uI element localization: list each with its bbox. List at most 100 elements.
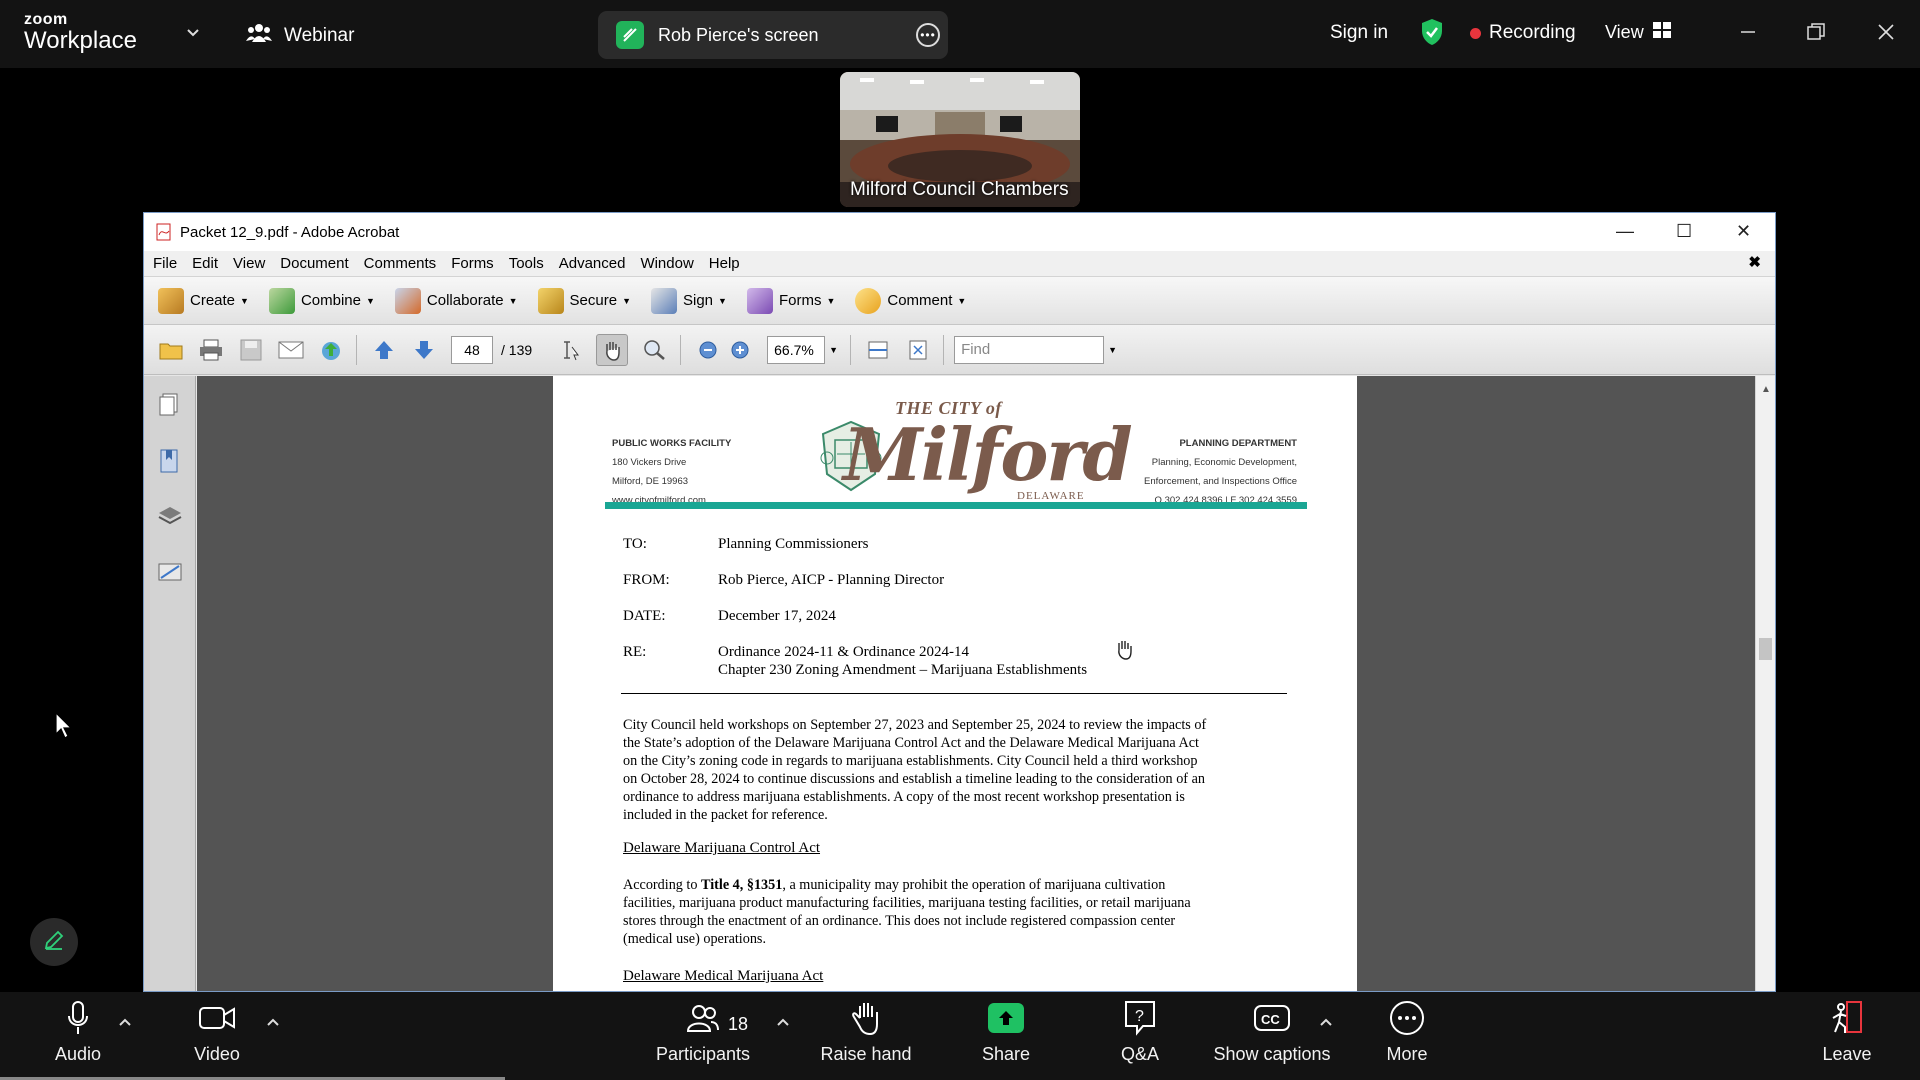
layers-panel-icon[interactable] [157,504,183,530]
bookmarks-panel-icon[interactable] [157,448,183,474]
upload-share-icon[interactable] [318,337,344,363]
memo-from-value: Rob Pierce, AICP - Planning Director [718,572,945,588]
zoom-out-icon[interactable] [695,337,721,363]
shield-check-icon[interactable] [1420,18,1444,51]
menu-help[interactable]: Help [709,255,740,272]
menu-tools[interactable]: Tools [509,255,544,272]
logo-milford: Milford [843,412,1133,497]
collaborate-button[interactable]: Collaborate ▼ [394,287,518,314]
menu-edit[interactable]: Edit [192,255,218,272]
zoom-in-icon[interactable] [727,337,753,363]
memo-separator-rule [621,693,1287,694]
zoom-dropdown-icon[interactable]: ▼ [829,345,838,355]
zoom-workplace-logo[interactable]: zoom Workplace [24,12,137,53]
restore-icon[interactable] [1802,18,1830,46]
letterhead-left-line: PUBLIC WORKS FACILITY [612,438,732,449]
zoom-tool-icon[interactable] [642,337,668,363]
paragraph-line: According to Title 4, §1351, a municipal… [623,876,1278,894]
close-icon[interactable] [1872,18,1900,46]
audio-options-caret-icon[interactable] [118,1014,132,1032]
vertical-scrollbar[interactable]: ▲ [1755,376,1775,991]
scroll-up-icon[interactable]: ▲ [1761,384,1771,395]
video-options-caret-icon[interactable] [266,1014,280,1032]
task-toolbar: Create ▼ Combine ▼ Collaborate ▼ Secure ▼ Si… [144,277,1775,325]
screen-share-pill[interactable]: Rob Pierce's screen ••• [598,11,948,59]
audio-button[interactable]: Audio [18,1000,138,1065]
signatures-panel-icon[interactable] [157,560,183,586]
qa-button[interactable]: ? Q&A [1080,1000,1200,1065]
menu-forms[interactable]: Forms [451,255,494,272]
captions-options-caret-icon[interactable] [1319,1014,1333,1032]
letterhead-left-line: Milford, DE 19963 [612,476,689,487]
paragraph-line: City Council held workshops on September… [623,717,1207,733]
share-button[interactable]: Share [946,1000,1066,1065]
more-options-icon[interactable]: ••• [916,23,940,47]
paragraph-line: stores through the enactment of an ordin… [623,913,1176,929]
annotate-pencil-button[interactable] [30,918,78,966]
save-icon[interactable] [238,337,264,363]
letterhead-right: PLANNING DEPARTMENT Planning, Economic D… [1144,434,1297,510]
fit-width-icon[interactable] [865,337,891,363]
video-button[interactable]: Video [157,1000,277,1065]
acrobat-close-icon[interactable]: ✕ [1736,221,1751,242]
pencil-icon [42,928,66,957]
email-icon[interactable] [278,337,304,363]
print-icon[interactable] [198,337,224,363]
pages-panel-icon[interactable] [157,392,183,418]
toolbar-separator [850,334,852,365]
comment-button[interactable]: Comment ▼ [855,287,966,314]
hand-tool-icon[interactable] [596,333,629,366]
menu-advanced[interactable]: Advanced [559,255,626,272]
collaborate-icon [394,287,421,314]
previous-page-arrow-icon[interactable] [371,337,397,363]
participants-options-caret-icon[interactable] [776,1014,790,1032]
title4-reference: Title 4, §1351 [701,877,783,893]
minimize-icon[interactable] [1734,18,1762,46]
zoom-level-select[interactable]: 66.7% [767,335,826,364]
find-dropdown-icon[interactable]: ▼ [1108,345,1117,355]
view-button[interactable]: View [1605,22,1671,43]
more-button[interactable]: More [1347,1000,1467,1065]
memo-from-label: FROM: [623,572,670,588]
text-select-icon[interactable] [556,337,582,363]
recording-indicator[interactable]: Recording [1470,22,1576,44]
menu-file[interactable]: File [153,255,177,272]
create-button[interactable]: Create ▼ [158,287,249,314]
pen-icon [651,287,677,314]
next-page-arrow-icon[interactable] [411,337,437,363]
workplace-logo-word: Workplace [24,27,137,54]
webinar-indicator[interactable]: Webinar [246,22,354,50]
menu-view[interactable]: View [233,255,265,272]
show-captions-button[interactable]: CC Show captions [1212,1000,1332,1065]
sign-button[interactable]: Sign ▼ [651,287,727,314]
pdf-page[interactable]: PUBLIC WORKS FACILITY 180 Vickers Drive … [553,376,1357,991]
open-folder-icon[interactable] [158,337,184,363]
leave-button[interactable]: Leave [1787,1000,1907,1065]
hand-cursor-icon [1113,638,1135,665]
menu-comments[interactable]: Comments [364,255,437,272]
menu-window[interactable]: Window [640,255,693,272]
more-dots-icon [1389,1000,1425,1036]
letterhead-divider [605,502,1307,509]
toolbar-separator [356,334,357,365]
letterhead-right-line: Planning, Economic Development, [1151,457,1297,468]
combine-button[interactable]: Combine ▼ [268,287,375,314]
acrobat-minimize-icon[interactable]: — [1616,221,1634,242]
memo-re-label: RE: [623,644,647,660]
scrollbar-thumb[interactable] [1759,638,1772,660]
paragraph-workshops: City Council held workshops on September… [623,716,1278,824]
find-input[interactable]: Find [954,335,1105,364]
page-number-input[interactable]: 48 [451,335,493,364]
video-tile[interactable]: Milford Council Chambers [840,72,1080,207]
audio-label: Audio [54,1044,102,1064]
document-close-icon[interactable]: ✖ [1748,253,1761,271]
participants-icon [687,1000,719,1036]
acrobat-maximize-icon[interactable]: ☐ [1676,221,1692,242]
forms-button[interactable]: Forms ▼ [746,287,835,314]
chevron-down-icon[interactable] [184,24,202,47]
sign-in-link[interactable]: Sign in [1330,22,1388,44]
secure-button[interactable]: Secure ▼ [537,287,631,314]
raise-hand-button[interactable]: Raise hand [806,1000,926,1065]
menu-document[interactable]: Document [280,255,348,272]
fit-page-icon[interactable] [905,337,931,363]
